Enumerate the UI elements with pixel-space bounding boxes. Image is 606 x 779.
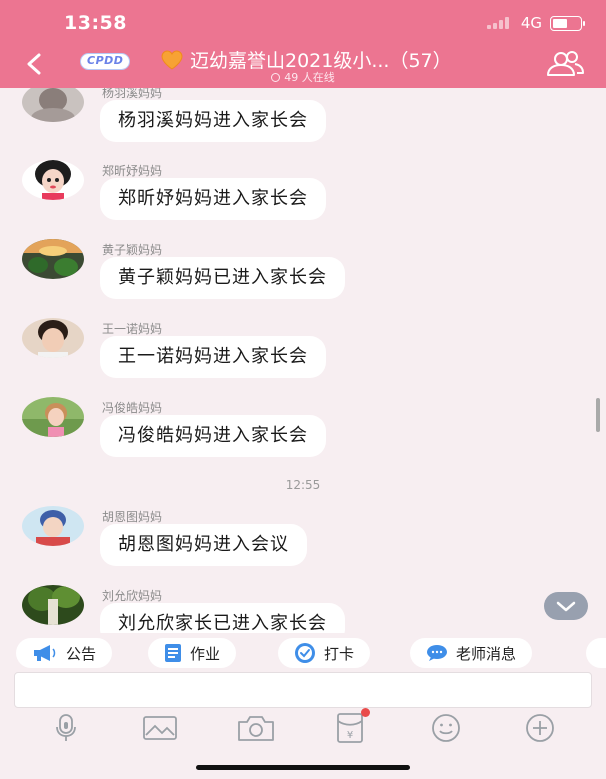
microphone-icon	[56, 714, 76, 741]
message-bubble[interactable]: 胡恩图妈妈进入会议	[100, 524, 307, 566]
image-button[interactable]	[140, 712, 180, 744]
emoji-icon	[432, 714, 460, 742]
quick-action-teacher-messages[interactable]: 老师消息	[410, 638, 533, 668]
message-bubble[interactable]: 王一诺妈妈进入家长会	[100, 336, 326, 378]
quick-action-checkin[interactable]: 打卡	[278, 638, 371, 668]
quick-action-homework[interactable]: 作业	[148, 638, 237, 668]
status-time: 13:58	[64, 12, 127, 34]
sender-name: 冯俊皓妈妈	[102, 401, 163, 415]
camera-icon	[238, 716, 274, 741]
megaphone-icon	[34, 645, 56, 661]
red-packet-icon: ¥	[337, 713, 363, 743]
voice-button[interactable]	[46, 712, 86, 744]
scroll-to-bottom-button[interactable]	[544, 592, 588, 620]
bottom-toolbar: ¥	[0, 708, 606, 752]
time-divider: 12:55	[285, 478, 321, 492]
svg-text:¥: ¥	[347, 730, 353, 741]
message-input[interactable]	[14, 672, 592, 708]
avatar[interactable]	[22, 239, 84, 279]
online-count: 49 人在线	[0, 69, 606, 85]
online-indicator-icon	[271, 73, 281, 82]
avatar[interactable]	[22, 506, 84, 546]
quick-action-label: 老师消息	[456, 644, 517, 663]
quick-action-announcement[interactable]: 公告	[16, 638, 113, 668]
chat-bubble-icon	[427, 645, 447, 661]
image-icon	[143, 716, 177, 740]
avatar[interactable]	[22, 88, 84, 122]
sender-name: 黄子颖妈妈	[102, 243, 163, 257]
sender-name: 王一诺妈妈	[102, 322, 163, 336]
group-badge: CPDD	[80, 53, 131, 70]
message-bubble[interactable]: 黄子颖妈妈已进入家长会	[100, 257, 345, 299]
avatar[interactable]	[22, 160, 84, 200]
sender-name: 郑昕妤妈妈	[102, 164, 163, 178]
check-in-icon	[295, 643, 315, 663]
quick-action-more[interactable]	[586, 638, 606, 668]
quick-action-label: 公告	[66, 644, 97, 663]
message-bubble[interactable]: 刘允欣家长已进入家长会	[100, 603, 345, 633]
home-indicator[interactable]	[196, 765, 410, 770]
scrollbar[interactable]	[596, 398, 600, 432]
group-members-icon[interactable]	[544, 48, 586, 78]
chat-header: 13:58 4G CPDD 迈幼嘉誉山2021级小...（57） 49 人在线	[0, 0, 606, 88]
chevron-down-icon	[556, 601, 576, 612]
network-type: 4G	[520, 14, 542, 32]
battery-icon	[550, 15, 585, 31]
status-indicators: 4G	[486, 14, 585, 32]
notification-dot	[361, 708, 370, 717]
signal-icon	[486, 17, 511, 29]
avatar[interactable]	[22, 397, 84, 437]
avatar[interactable]	[22, 585, 84, 625]
message-bubble[interactable]: 冯俊皓妈妈进入家长会	[100, 415, 326, 457]
sender-name: 胡恩图妈妈	[102, 510, 163, 524]
camera-button[interactable]	[236, 712, 276, 744]
more-button[interactable]	[520, 712, 560, 744]
message-bubble[interactable]: 郑昕妤妈妈进入家长会	[100, 178, 326, 220]
quick-action-label: 打卡	[324, 644, 355, 663]
quick-action-label: 作业	[190, 644, 221, 663]
message-bubble[interactable]: 杨羽溪妈妈进入家长会	[100, 100, 326, 142]
emoji-button[interactable]	[426, 712, 466, 744]
message-list[interactable]: 杨羽溪妈妈 杨羽溪妈妈进入家长会 郑昕妤妈妈 郑昕妤妈妈进入家长会 黄子颖妈妈 …	[0, 88, 606, 633]
red-packet-button[interactable]: ¥	[330, 708, 370, 744]
online-count-text: 49 人在线	[284, 71, 335, 84]
plus-icon	[526, 714, 554, 742]
avatar[interactable]	[22, 318, 84, 358]
document-icon	[165, 644, 181, 662]
heart-icon	[161, 49, 183, 70]
quick-actions-bar: 公告 作业 打卡 老师消息	[0, 636, 606, 670]
sender-name: 刘允欣妈妈	[102, 589, 163, 603]
